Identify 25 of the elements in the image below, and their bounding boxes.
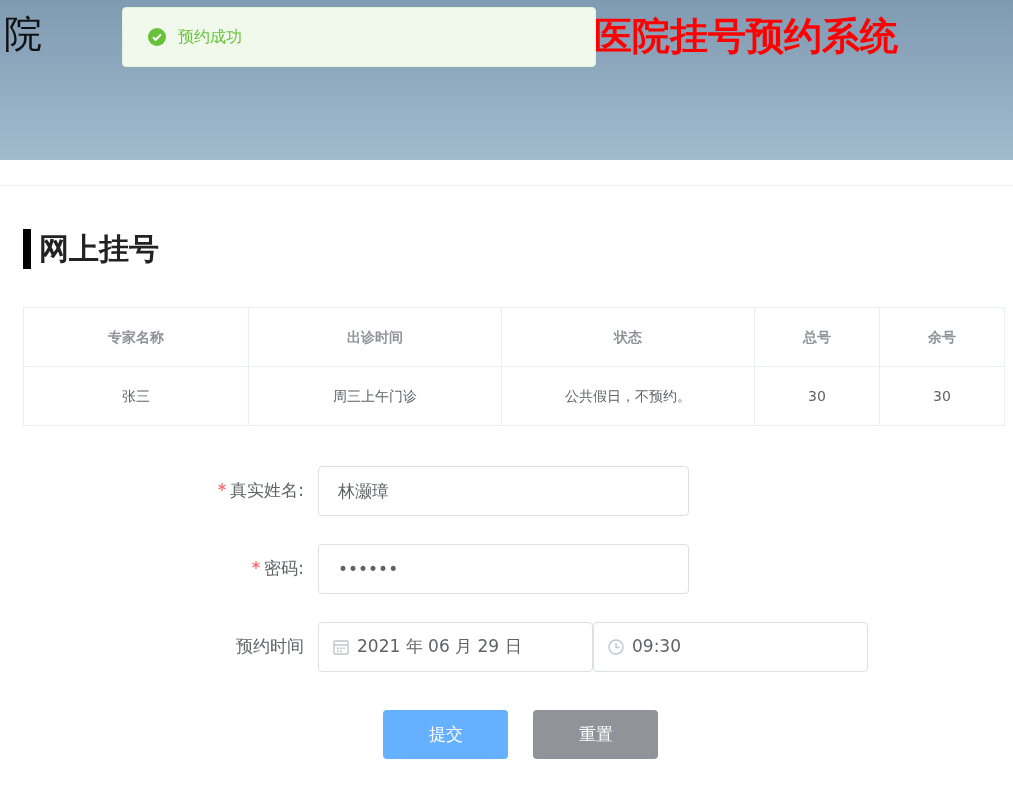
field-label: 真实姓名: bbox=[230, 480, 304, 501]
toast-message: 预约成功 bbox=[178, 26, 242, 48]
table-cell: 张三 bbox=[23, 366, 249, 426]
column-header: 状态 bbox=[501, 307, 755, 367]
check-circle-icon bbox=[148, 28, 166, 46]
table-cell: 公共假日，不预约。 bbox=[501, 366, 755, 426]
input-field[interactable]: 林灏璋 bbox=[318, 466, 689, 516]
title-accent-bar bbox=[23, 228, 31, 269]
field-label: 预约时间 bbox=[236, 636, 304, 657]
hospital-title: 院 bbox=[3, 11, 42, 58]
column-header: 总号 bbox=[754, 307, 880, 367]
field-label: 密码: bbox=[264, 558, 304, 579]
table-cell: 30 bbox=[754, 366, 880, 426]
column-header: 余号 bbox=[879, 307, 1005, 367]
time-field[interactable]: 09:30 bbox=[593, 622, 868, 672]
input-field[interactable]: •••••• bbox=[318, 544, 689, 594]
date-field[interactable]: 2021 年 06 月 29 日 bbox=[318, 622, 593, 672]
table-cell: 30 bbox=[879, 366, 1005, 426]
column-header: 出诊时间 bbox=[248, 307, 502, 367]
section-title: 网上挂号 bbox=[39, 230, 159, 268]
clock-icon bbox=[608, 639, 624, 655]
system-title: 医院挂号预约系统 bbox=[594, 14, 898, 60]
table-cell: 周三上午门诊 bbox=[248, 366, 502, 426]
calendar-icon bbox=[333, 639, 349, 655]
column-header: 专家名称 bbox=[23, 307, 249, 367]
